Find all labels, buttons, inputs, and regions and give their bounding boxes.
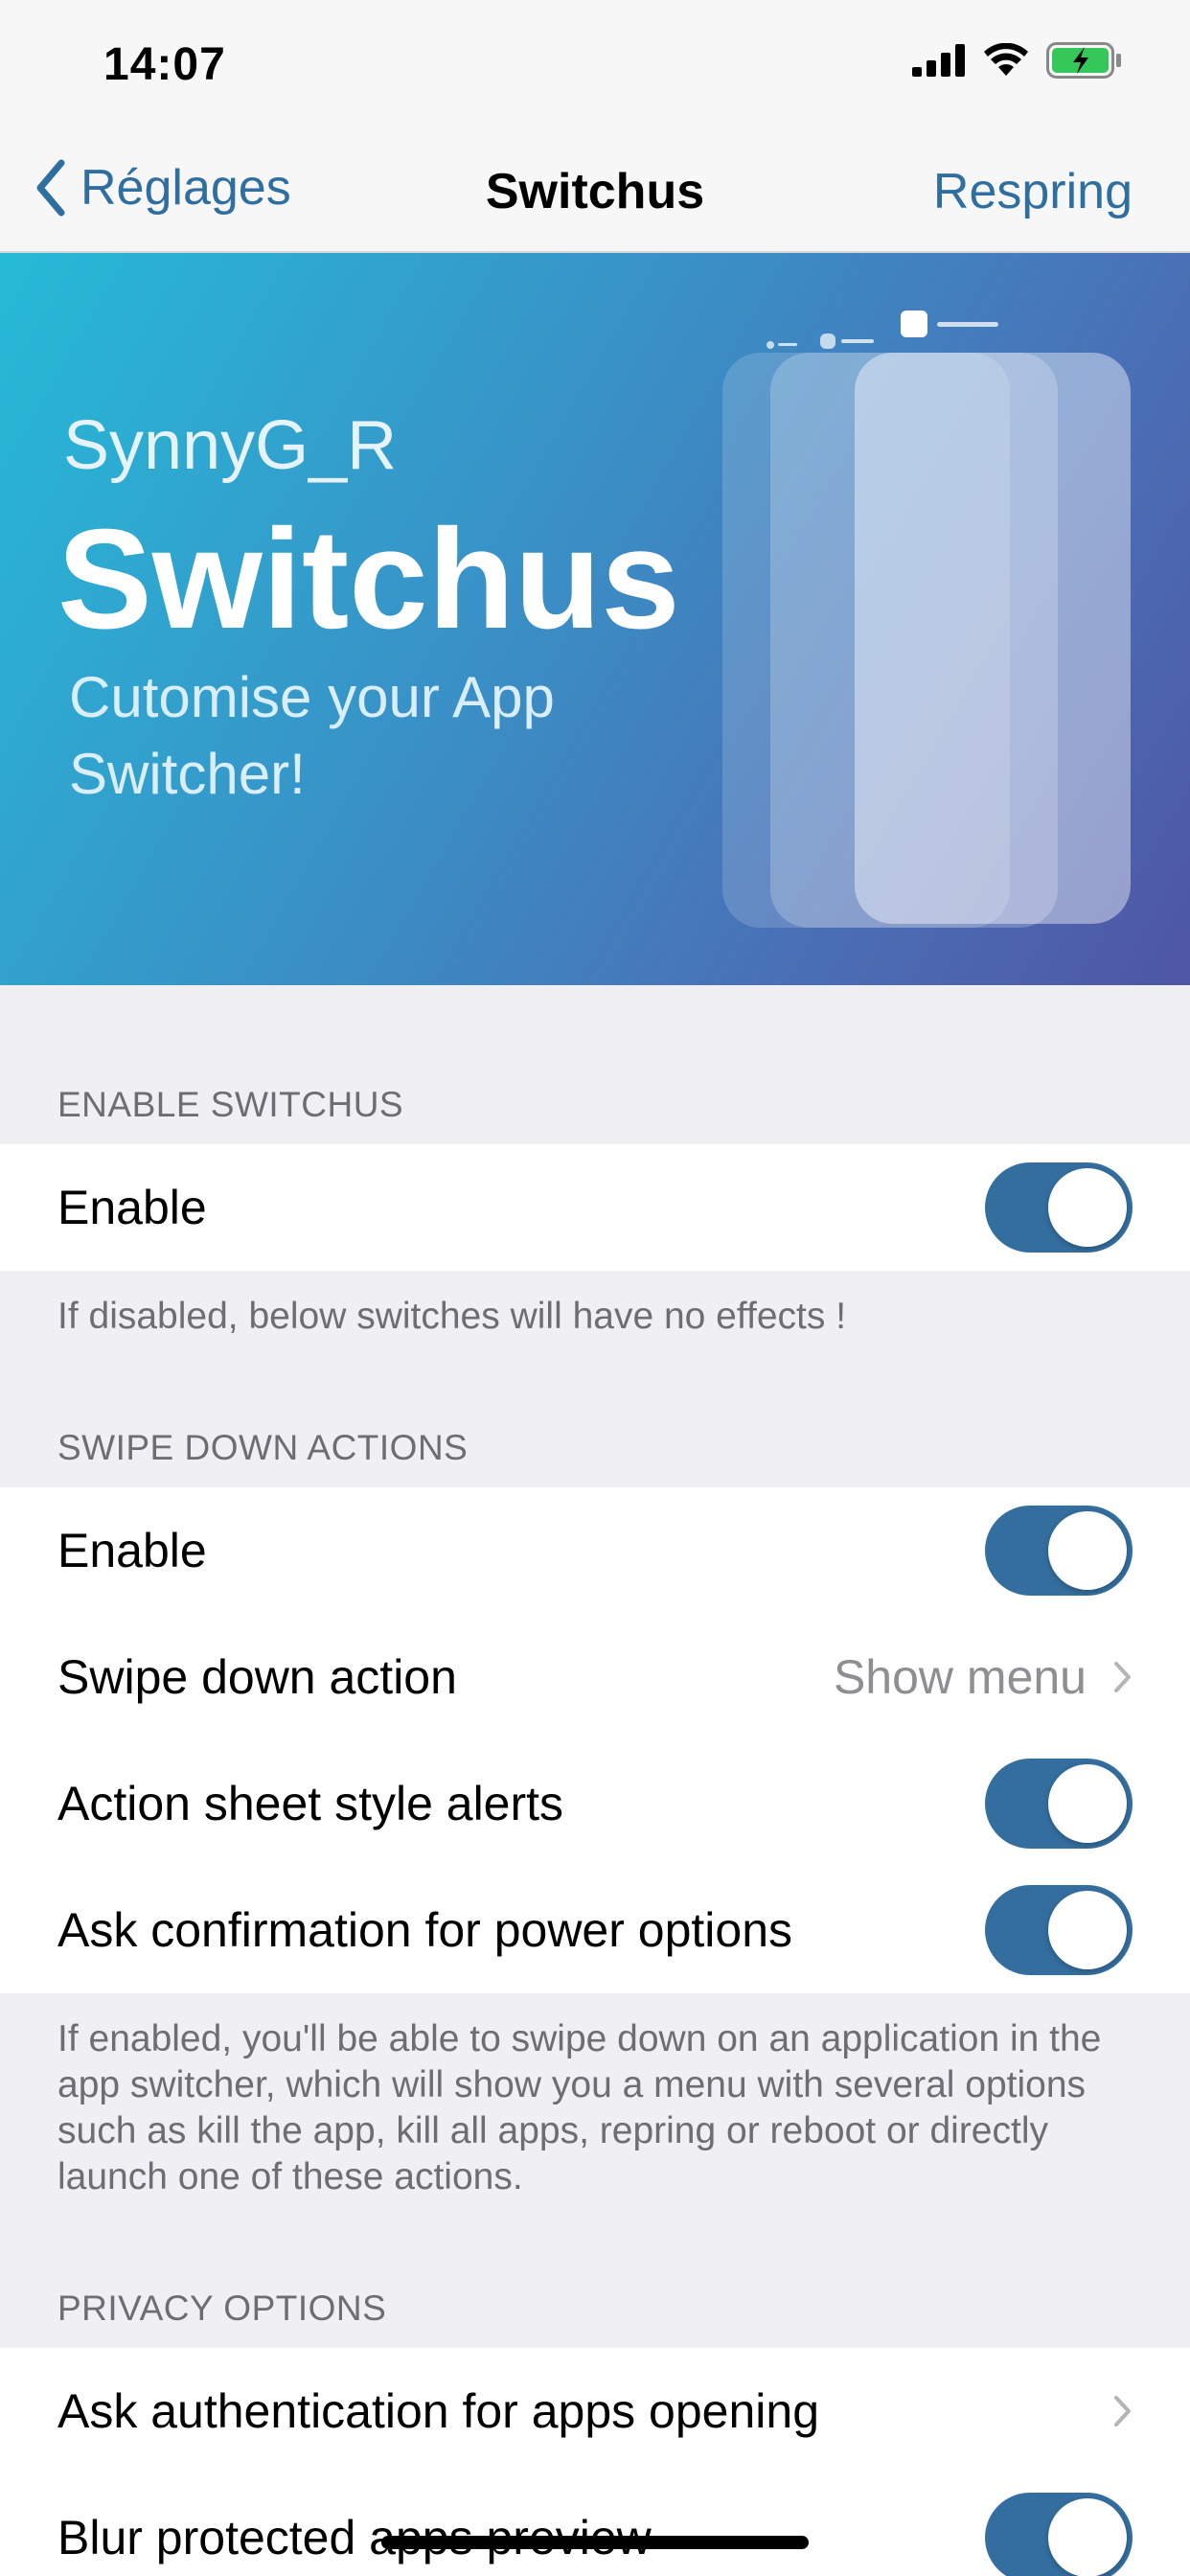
row-label: Ask confirmation for power options xyxy=(57,1903,793,1957)
section-footer-enable: If disabled, below switches will have no… xyxy=(57,1296,847,1337)
toggle-knob xyxy=(1048,1511,1127,1590)
swipe-down-action-row[interactable]: Swipe down action Show menu xyxy=(0,1614,1190,1740)
banner-subtitle: Cutomise your App Switcher! xyxy=(69,665,555,806)
enable-switchus-row: Enable xyxy=(0,1144,1190,1271)
power-confirmation-row: Ask confirmation for power options xyxy=(0,1867,1190,1993)
header-banner: SynnyG_R Switchus Cutomise your App Swit… xyxy=(0,253,1190,985)
banner-author: SynnyG_R xyxy=(63,407,398,484)
battery-charging-icon xyxy=(1046,42,1121,79)
section-header-swipe: SWIPE DOWN ACTIONS xyxy=(57,1428,469,1467)
app-card-front xyxy=(855,353,1131,924)
enable-switchus-toggle[interactable] xyxy=(985,1162,1133,1253)
swipe-enable-toggle[interactable] xyxy=(985,1506,1133,1596)
blur-preview-row: Blur protected apps preview xyxy=(0,2474,1190,2576)
status-bar: 14:07 xyxy=(0,0,1190,134)
card-dot-large xyxy=(901,310,927,337)
row-label: Action sheet style alerts xyxy=(57,1777,564,1830)
group-swipe: Enable Swipe down action Show menu Actio… xyxy=(0,1487,1190,1993)
toggle-knob xyxy=(1048,1168,1127,1247)
status-time: 14:07 xyxy=(103,39,226,90)
section-header-privacy: PRIVACY OPTIONS xyxy=(57,2288,387,2328)
card-dash-large xyxy=(937,322,998,327)
blur-preview-toggle[interactable] xyxy=(985,2493,1133,2576)
card-dot-medium xyxy=(820,334,835,349)
swipe-enable-row: Enable xyxy=(0,1487,1190,1614)
row-label: Swipe down action xyxy=(57,1650,457,1704)
section-header-enable: ENABLE SWITCHUS xyxy=(57,1085,404,1124)
toggle-knob xyxy=(1048,2498,1127,2576)
app-authentication-row[interactable]: Ask authentication for apps opening xyxy=(0,2348,1190,2474)
toggle-knob xyxy=(1048,1891,1127,1969)
signal-icon xyxy=(912,44,965,77)
banner-title: Switchus xyxy=(57,500,680,658)
status-icons xyxy=(912,42,1123,79)
group-enable: Enable xyxy=(0,1144,1190,1271)
respring-button[interactable]: Respring xyxy=(933,163,1133,220)
section-footer-swipe: If enabled, you'll be able to swipe down… xyxy=(57,2018,1102,2197)
row-value: Show menu xyxy=(833,1650,1087,1704)
row-label: Enable xyxy=(57,1181,207,1234)
home-indicator[interactable] xyxy=(381,2536,809,2549)
toggle-knob xyxy=(1048,1764,1127,1843)
power-confirmation-toggle[interactable] xyxy=(985,1885,1133,1975)
chevron-right-icon xyxy=(1114,1662,1131,1692)
row-label: Enable xyxy=(57,1524,207,1577)
card-dot-small xyxy=(767,341,774,349)
action-sheet-alerts-row: Action sheet style alerts xyxy=(0,1740,1190,1867)
navigation-bar: Réglages Switchus Respring xyxy=(0,134,1190,253)
card-dash-medium xyxy=(841,339,874,343)
row-label: Ask authentication for apps opening xyxy=(57,2384,819,2438)
wifi-icon xyxy=(984,43,1028,76)
card-dash-small xyxy=(778,343,797,346)
chevron-right-icon xyxy=(1114,2396,1131,2426)
action-sheet-alerts-toggle[interactable] xyxy=(985,1759,1133,1849)
